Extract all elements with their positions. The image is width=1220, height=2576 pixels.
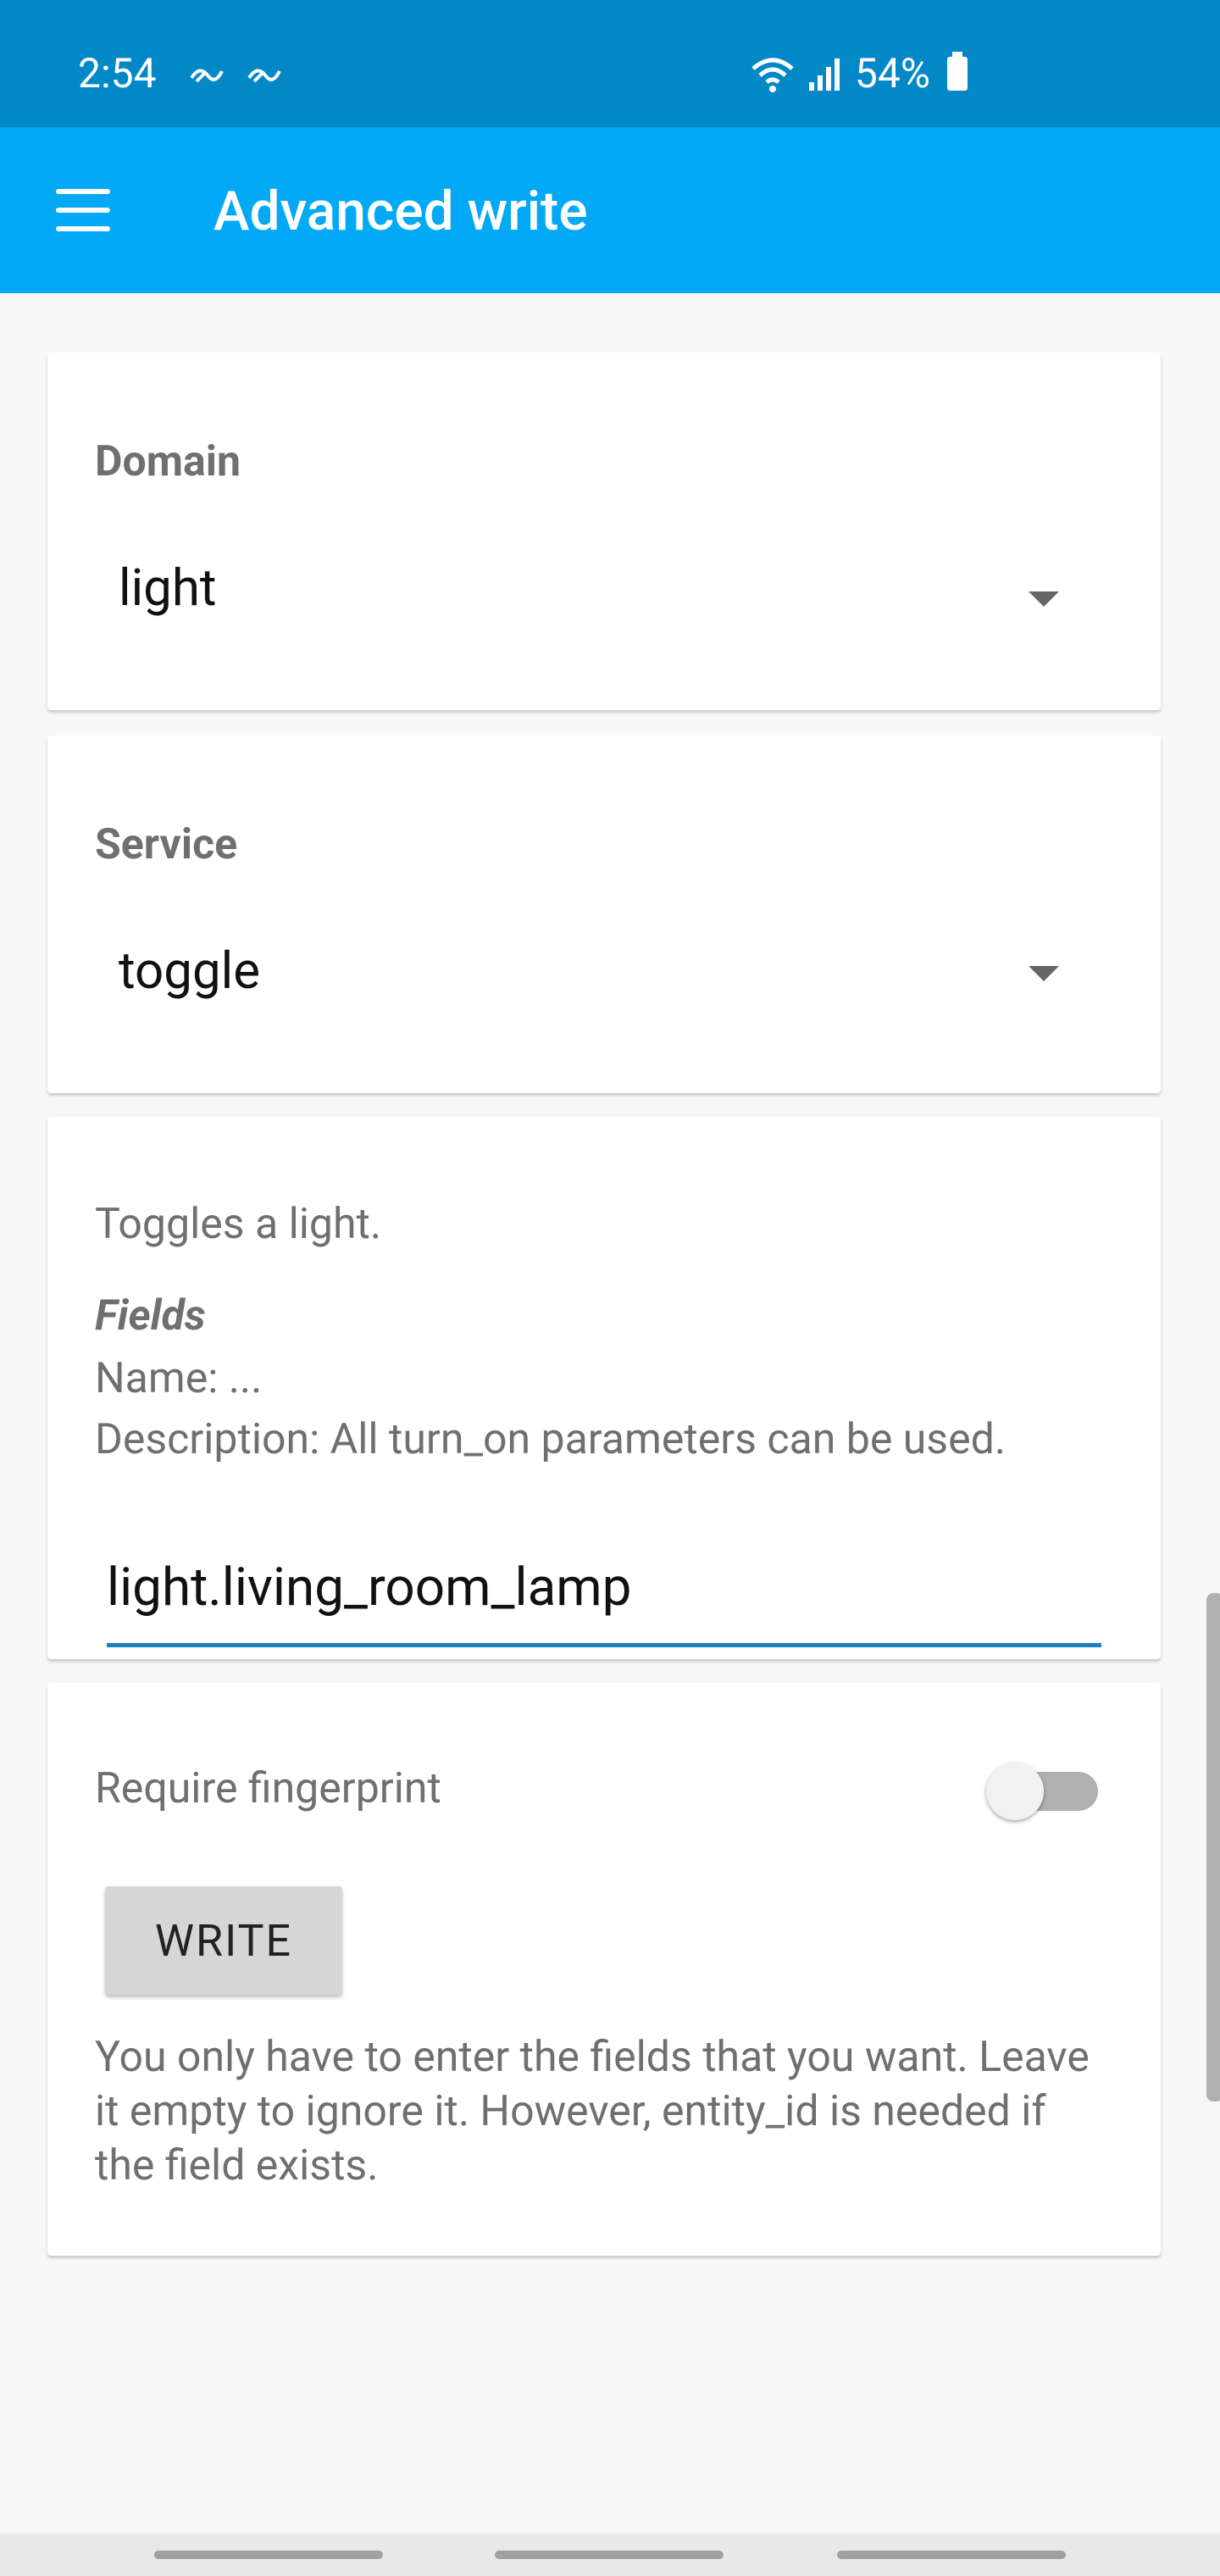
notification-icon xyxy=(190,69,224,83)
domain-select[interactable]: light xyxy=(47,539,1161,641)
field-name: Name: ... xyxy=(95,1354,263,1403)
status-right: 54% xyxy=(750,49,968,97)
service-info-card: Toggles a light. Fields Name: ... Descri… xyxy=(47,1117,1161,1659)
fields-title: Fields xyxy=(95,1291,206,1341)
app-bar: Advanced write xyxy=(0,127,1220,293)
signal-icon xyxy=(808,58,840,91)
options-card: Require fingerprint WRITE You only have … xyxy=(47,1683,1161,2256)
scrollbar[interactable] xyxy=(1206,1593,1220,2101)
service-card: Service toggle xyxy=(47,736,1161,1093)
service-value: toggle xyxy=(119,941,261,1001)
help-text: You only have to enter the fields that y… xyxy=(95,2033,1090,2190)
navigation-bar xyxy=(0,2534,1220,2576)
battery-percent: 54% xyxy=(854,49,930,97)
notification-icon xyxy=(247,69,281,83)
write-button[interactable]: WRITE xyxy=(105,1886,342,1995)
wifi-icon xyxy=(751,58,794,92)
nav-home-button[interactable] xyxy=(495,2551,724,2559)
chevron-down-icon xyxy=(1029,591,1059,607)
service-label: Service xyxy=(95,820,238,869)
nav-recents-button[interactable] xyxy=(154,2551,383,2559)
menu-icon[interactable] xyxy=(56,189,110,231)
domain-label: Domain xyxy=(95,437,241,486)
battery-icon xyxy=(947,51,968,91)
chevron-down-icon xyxy=(1029,966,1059,981)
entity-id-input[interactable] xyxy=(107,1545,1101,1647)
nav-back-button[interactable] xyxy=(837,2551,1066,2559)
page-title: Advanced write xyxy=(214,180,588,243)
domain-card: Domain light xyxy=(47,353,1161,710)
service-select[interactable]: toggle xyxy=(47,922,1161,1024)
status-time: 2:54 xyxy=(78,49,157,97)
field-description: Description: All turn_on parameters can … xyxy=(95,1415,1006,1464)
toggle-thumb xyxy=(986,1763,1044,1820)
status-bar: 2:54 54% xyxy=(0,0,1220,127)
domain-value: light xyxy=(119,558,217,618)
notification-icons xyxy=(188,61,283,90)
service-description: Toggles a light. xyxy=(95,1200,382,1249)
require-fingerprint-label: Require fingerprint xyxy=(95,1764,441,1813)
